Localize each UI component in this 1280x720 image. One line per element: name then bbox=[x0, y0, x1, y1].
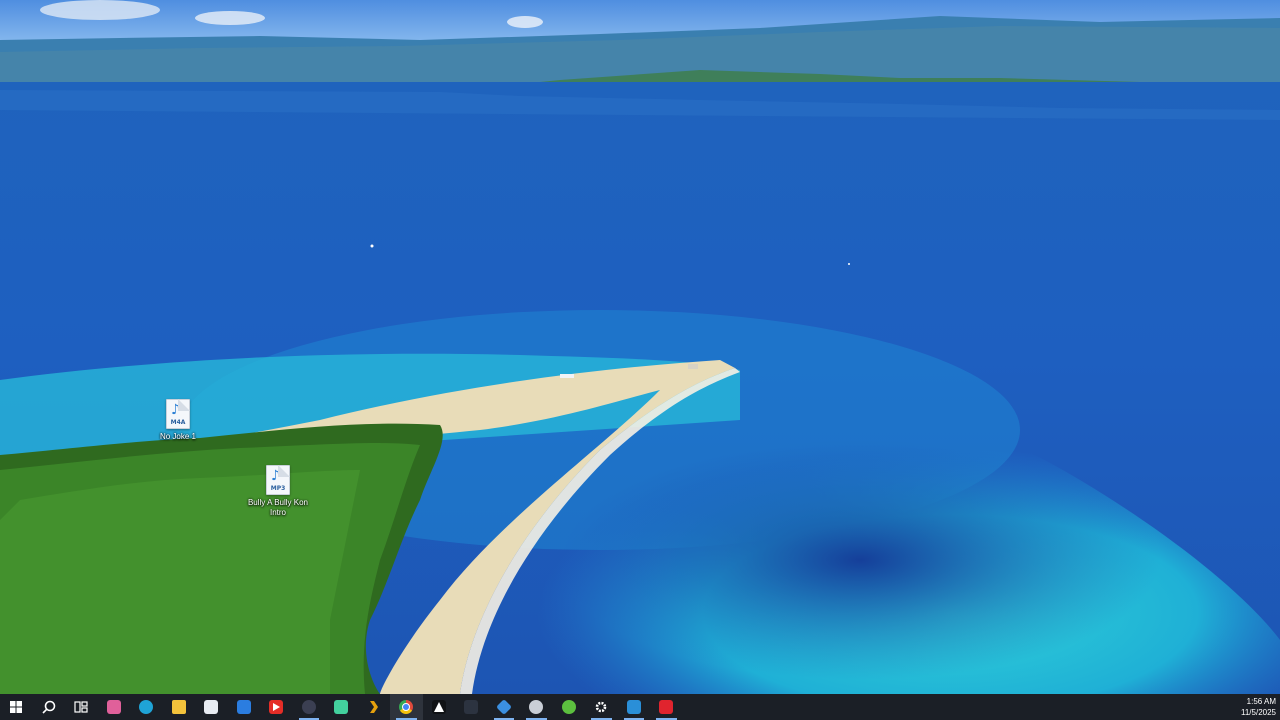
system-tray-clock[interactable]: 1:56 AM 11/5/2025 bbox=[1241, 694, 1276, 720]
search-icon bbox=[42, 700, 56, 714]
diamond-app-taskbar-button[interactable] bbox=[488, 694, 521, 720]
desktop-icon-no-joke-1[interactable]: ♪ M4A No Joke 1 bbox=[140, 399, 216, 442]
desktop[interactable]: ♪ M4A No Joke 1 ♪ MP3 Bully A Bully Kon … bbox=[0, 0, 1280, 694]
plex-icon bbox=[367, 700, 381, 714]
audio-file-icon: ♪ M4A bbox=[166, 399, 190, 429]
start-icon bbox=[10, 701, 23, 713]
settings-taskbar-button[interactable] bbox=[585, 694, 618, 720]
youtube-taskbar-button[interactable] bbox=[260, 694, 293, 720]
start-taskbar-button[interactable] bbox=[0, 694, 33, 720]
settings-icon bbox=[594, 700, 608, 714]
clock-time: 1:56 AM bbox=[1246, 697, 1276, 706]
wallpaper bbox=[0, 0, 1280, 694]
green-app-taskbar-button[interactable] bbox=[553, 694, 586, 720]
desktop-icon-bully-a-bully-kon-intro[interactable]: ♪ MP3 Bully A Bully Kon Intro bbox=[240, 465, 316, 518]
globe-app-icon bbox=[529, 700, 544, 714]
desktop-icon-label: Bully A Bully Kon Intro bbox=[247, 498, 309, 517]
music-note-icon: ♪ bbox=[171, 402, 180, 418]
media-app-icon bbox=[301, 700, 316, 714]
triangle-app-taskbar-button[interactable] bbox=[423, 694, 456, 720]
search-taskbar-button[interactable] bbox=[33, 694, 66, 720]
audio-editor-taskbar-button[interactable] bbox=[455, 694, 488, 720]
task-view-taskbar-button[interactable] bbox=[65, 694, 98, 720]
android-app-icon bbox=[334, 700, 349, 714]
media-app-taskbar-button[interactable] bbox=[293, 694, 326, 720]
red-app-taskbar-button[interactable] bbox=[650, 694, 683, 720]
microsoft-store-taskbar-button[interactable] bbox=[195, 694, 228, 720]
file-extension-label: MP3 bbox=[270, 485, 286, 492]
task-view-icon bbox=[74, 700, 88, 714]
copilot-icon bbox=[106, 700, 121, 714]
chrome-icon bbox=[399, 700, 414, 714]
desktop-icon-label: No Joke 1 bbox=[159, 432, 197, 441]
triangle-app-icon bbox=[431, 700, 446, 714]
clock-date: 11/5/2025 bbox=[1241, 708, 1276, 717]
copilot-taskbar-button[interactable] bbox=[98, 694, 131, 720]
plex-taskbar-button[interactable] bbox=[358, 694, 391, 720]
video-editor-taskbar-button[interactable] bbox=[618, 694, 651, 720]
globe-app-taskbar-button[interactable] bbox=[520, 694, 553, 720]
green-app-icon bbox=[561, 700, 576, 714]
red-app-icon bbox=[659, 700, 674, 714]
file-explorer-taskbar-button[interactable] bbox=[163, 694, 196, 720]
taskbar: 1:56 AM 11/5/2025 bbox=[0, 694, 1280, 720]
mail-icon bbox=[236, 700, 251, 714]
microsoft-store-icon bbox=[204, 700, 219, 714]
edge-icon bbox=[139, 700, 154, 714]
audio-editor-icon bbox=[464, 700, 479, 714]
chrome-taskbar-button[interactable] bbox=[390, 694, 423, 720]
file-explorer-icon bbox=[171, 700, 186, 714]
mail-taskbar-button[interactable] bbox=[228, 694, 261, 720]
file-extension-label: M4A bbox=[170, 419, 186, 426]
audio-file-icon: ♪ MP3 bbox=[266, 465, 290, 495]
android-app-taskbar-button[interactable] bbox=[325, 694, 358, 720]
youtube-icon bbox=[269, 700, 284, 714]
video-editor-icon bbox=[626, 700, 641, 714]
music-note-icon: ♪ bbox=[271, 468, 280, 484]
diamond-app-icon bbox=[495, 699, 512, 715]
edge-taskbar-button[interactable] bbox=[130, 694, 163, 720]
